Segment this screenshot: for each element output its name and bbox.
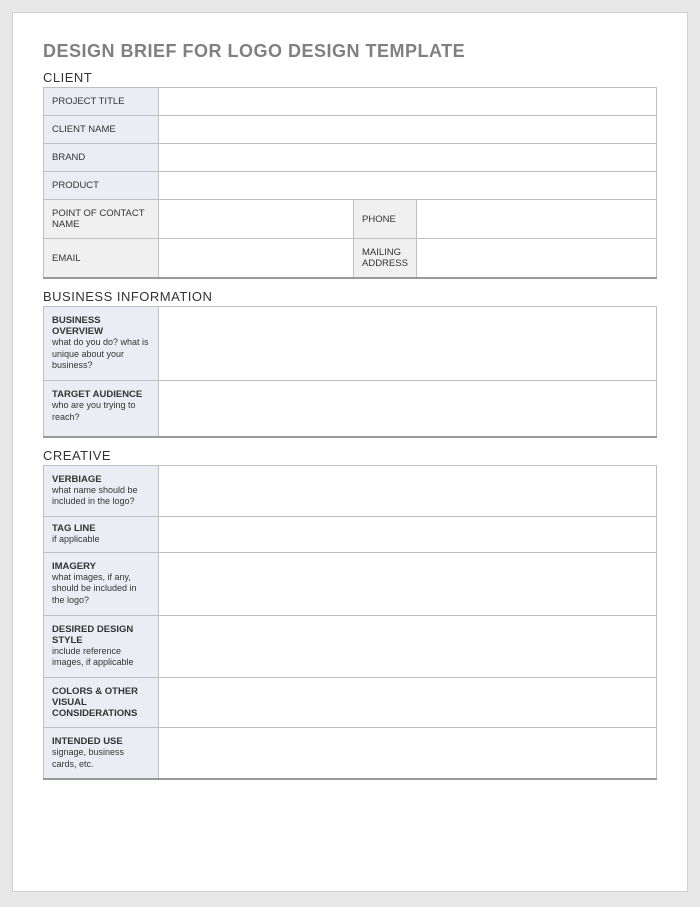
value-product[interactable]: [159, 172, 657, 200]
value-imagery[interactable]: [159, 552, 657, 615]
field-main: IMAGERY: [52, 561, 150, 572]
table-row: COLORS & OTHER VISUAL CONSIDERATIONS: [44, 678, 657, 728]
label-mailing: MAILING ADDRESS: [354, 239, 417, 279]
table-row: TARGET AUDIENCE who are you trying to re…: [44, 381, 657, 437]
field-main: INTENDED USE: [52, 736, 150, 747]
label-brand: BRAND: [44, 144, 159, 172]
field-main: TARGET AUDIENCE: [52, 389, 150, 400]
field-main: VERBIAGE: [52, 474, 150, 485]
value-colors[interactable]: [159, 678, 657, 728]
label-poc: POINT OF CONTACT NAME: [44, 200, 159, 239]
value-phone[interactable]: [416, 200, 656, 239]
document-title: DESIGN BRIEF FOR LOGO DESIGN TEMPLATE: [43, 41, 657, 62]
table-row: POINT OF CONTACT NAME PHONE: [44, 200, 657, 239]
field-main: TAG LINE: [52, 523, 150, 534]
value-verbiage[interactable]: [159, 465, 657, 516]
label-email: EMAIL: [44, 239, 159, 279]
field-sub: include reference images, if applicable: [52, 646, 150, 669]
field-sub: what images, if any, should be included …: [52, 572, 150, 607]
value-brand[interactable]: [159, 144, 657, 172]
value-target-audience[interactable]: [159, 381, 657, 437]
label-tagline: TAG LINE if applicable: [44, 516, 159, 552]
field-sub: who are you trying to reach?: [52, 400, 150, 423]
label-use: INTENDED USE signage, business cards, et…: [44, 728, 159, 780]
table-row: PRODUCT: [44, 172, 657, 200]
table-row: BUSINESS OVERVIEW what do you do? what i…: [44, 307, 657, 381]
value-email[interactable]: [159, 239, 354, 279]
field-sub: if applicable: [52, 534, 150, 546]
page-container: DESIGN BRIEF FOR LOGO DESIGN TEMPLATE CL…: [12, 12, 688, 892]
field-sub: what name should be included in the logo…: [52, 485, 150, 508]
label-product: PRODUCT: [44, 172, 159, 200]
field-sub: what do you do? what is unique about you…: [52, 337, 150, 372]
section-heading-creative: CREATIVE: [43, 448, 657, 463]
business-table: BUSINESS OVERVIEW what do you do? what i…: [43, 306, 657, 438]
section-heading-business: BUSINESS INFORMATION: [43, 289, 657, 304]
table-row: IMAGERY what images, if any, should be i…: [44, 552, 657, 615]
table-row: PROJECT TITLE: [44, 88, 657, 116]
label-project-title: PROJECT TITLE: [44, 88, 159, 116]
label-client-name: CLIENT NAME: [44, 116, 159, 144]
table-row: TAG LINE if applicable: [44, 516, 657, 552]
table-row: EMAIL MAILING ADDRESS: [44, 239, 657, 279]
field-main: BUSINESS OVERVIEW: [52, 315, 150, 337]
client-table: PROJECT TITLE CLIENT NAME BRAND PRODUCT …: [43, 87, 657, 279]
section-heading-client: CLIENT: [43, 70, 657, 85]
label-phone: PHONE: [354, 200, 417, 239]
table-row: CLIENT NAME: [44, 116, 657, 144]
value-style[interactable]: [159, 615, 657, 677]
creative-table: VERBIAGE what name should be included in…: [43, 465, 657, 781]
value-tagline[interactable]: [159, 516, 657, 552]
label-style: DESIRED DESIGN STYLE include reference i…: [44, 615, 159, 677]
value-client-name[interactable]: [159, 116, 657, 144]
field-main: COLORS & OTHER VISUAL CONSIDERATIONS: [52, 686, 150, 719]
label-business-overview: BUSINESS OVERVIEW what do you do? what i…: [44, 307, 159, 381]
field-sub: signage, business cards, etc.: [52, 747, 150, 770]
label-target-audience: TARGET AUDIENCE who are you trying to re…: [44, 381, 159, 437]
value-business-overview[interactable]: [159, 307, 657, 381]
label-imagery: IMAGERY what images, if any, should be i…: [44, 552, 159, 615]
value-mailing[interactable]: [416, 239, 656, 279]
value-use[interactable]: [159, 728, 657, 780]
value-poc[interactable]: [159, 200, 354, 239]
field-main: DESIRED DESIGN STYLE: [52, 624, 150, 646]
label-colors: COLORS & OTHER VISUAL CONSIDERATIONS: [44, 678, 159, 728]
label-verbiage: VERBIAGE what name should be included in…: [44, 465, 159, 516]
table-row: INTENDED USE signage, business cards, et…: [44, 728, 657, 780]
table-row: VERBIAGE what name should be included in…: [44, 465, 657, 516]
table-row: DESIRED DESIGN STYLE include reference i…: [44, 615, 657, 677]
table-row: BRAND: [44, 144, 657, 172]
value-project-title[interactable]: [159, 88, 657, 116]
